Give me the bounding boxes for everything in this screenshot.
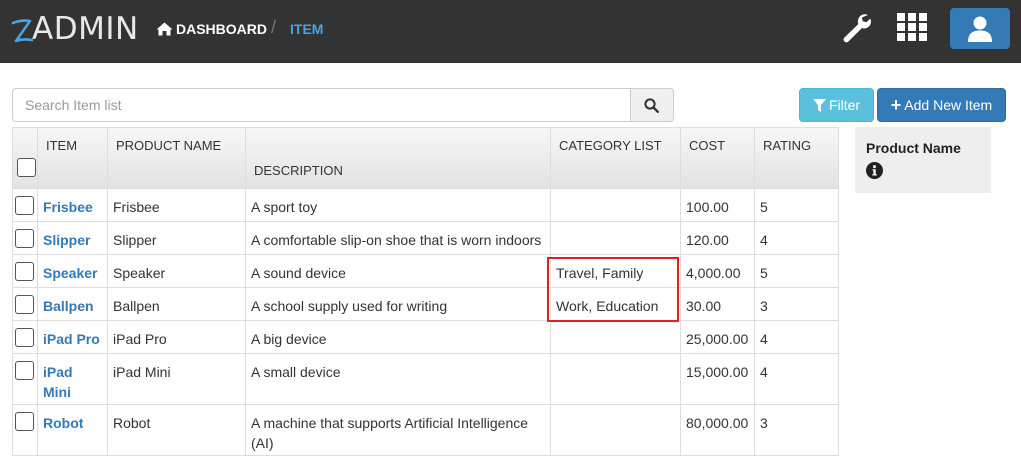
description-cell: A sport toy bbox=[245, 188, 551, 222]
add-new-item-label: Add New Item bbox=[904, 97, 993, 113]
rating-cell: 4 bbox=[754, 320, 839, 354]
category-highlight-box bbox=[547, 257, 679, 322]
rating-cell: 3 bbox=[754, 287, 839, 321]
filter-icon bbox=[812, 98, 826, 112]
rating-cell: 4 bbox=[754, 353, 839, 405]
product-name-cell: Slipper bbox=[107, 221, 246, 255]
row-checkbox[interactable] bbox=[15, 196, 34, 215]
table-row[interactable]: Robot Robot A machine that supports Arti… bbox=[12, 404, 839, 456]
column-header-rating[interactable]: RATING bbox=[754, 127, 839, 189]
logo-text: ADMIN bbox=[32, 11, 139, 47]
description-cell: A machine that supports Artificial Intel… bbox=[245, 404, 551, 456]
items-table: ITEM PRODUCT NAME DESCRIPTION CATEGORY L… bbox=[12, 127, 839, 456]
item-link[interactable]: iPad Mini bbox=[37, 353, 108, 405]
item-link[interactable]: Ballpen bbox=[37, 287, 108, 321]
select-all-cell bbox=[12, 127, 38, 189]
row-checkbox[interactable] bbox=[15, 262, 34, 281]
row-select-cell bbox=[12, 320, 38, 354]
column-header-cost[interactable]: COST bbox=[680, 127, 755, 189]
column-header-category-list[interactable]: CATEGORY LIST bbox=[550, 127, 681, 189]
row-select-cell bbox=[12, 254, 38, 288]
home-icon bbox=[156, 22, 173, 36]
category-cell bbox=[550, 188, 681, 222]
column-header-description[interactable]: DESCRIPTION bbox=[245, 127, 551, 189]
description-cell: A small device bbox=[245, 353, 551, 405]
product-name-cell: Frisbee bbox=[107, 188, 246, 222]
row-checkbox[interactable] bbox=[15, 361, 34, 380]
row-select-cell bbox=[12, 188, 38, 222]
row-select-cell bbox=[12, 404, 38, 456]
add-new-item-button[interactable]: + Add New Item bbox=[877, 88, 1006, 122]
category-cell bbox=[550, 404, 681, 456]
cost-cell: 120.00 bbox=[680, 221, 755, 255]
item-link[interactable]: Speaker bbox=[37, 254, 108, 288]
rating-cell: 5 bbox=[754, 188, 839, 222]
row-select-cell bbox=[12, 353, 38, 405]
table-row[interactable]: Slipper Slipper A comfortable slip-on sh… bbox=[12, 221, 839, 255]
search-button[interactable] bbox=[630, 88, 674, 122]
breadcrumb-separator: / bbox=[271, 17, 277, 37]
cost-cell: 25,000.00 bbox=[680, 320, 755, 354]
category-cell bbox=[550, 353, 681, 405]
table-header-row: ITEM PRODUCT NAME DESCRIPTION CATEGORY L… bbox=[12, 127, 839, 189]
cost-cell: 100.00 bbox=[680, 188, 755, 222]
product-name-cell: iPad Pro bbox=[107, 320, 246, 354]
table-row[interactable]: iPad Mini iPad Mini A small device 15,00… bbox=[12, 353, 839, 405]
product-name-panel: Product Name bbox=[855, 127, 991, 193]
wrench-icon[interactable] bbox=[841, 12, 873, 44]
table-row[interactable]: iPad Pro iPad Pro A big device 25,000.00… bbox=[12, 320, 839, 354]
grid-icon[interactable] bbox=[897, 12, 927, 42]
table-row[interactable]: Speaker Speaker A sound device Travel, F… bbox=[12, 254, 839, 288]
column-header-item[interactable]: ITEM bbox=[37, 127, 108, 189]
description-cell: A sound device bbox=[245, 254, 551, 288]
search-input[interactable] bbox=[12, 88, 631, 122]
breadcrumb-item-label: ITEM bbox=[290, 21, 324, 37]
row-select-cell bbox=[12, 221, 38, 255]
category-cell bbox=[550, 320, 681, 354]
filter-button[interactable]: Filter bbox=[799, 88, 874, 122]
cost-cell: 15,000.00 bbox=[680, 353, 755, 405]
product-name-cell: Speaker bbox=[107, 254, 246, 288]
description-cell: A comfortable slip-on shoe that is worn … bbox=[245, 221, 551, 255]
category-cell bbox=[550, 221, 681, 255]
user-menu-button[interactable] bbox=[950, 8, 1010, 49]
row-checkbox[interactable] bbox=[15, 295, 34, 314]
plus-icon: + bbox=[890, 95, 902, 115]
breadcrumb-dashboard[interactable]: DASHBOARD bbox=[156, 19, 267, 39]
rating-cell: 3 bbox=[754, 404, 839, 456]
row-checkbox[interactable] bbox=[15, 328, 34, 347]
description-cell: A big device bbox=[245, 320, 551, 354]
table-row[interactable]: Ballpen Ballpen A school supply used for… bbox=[12, 287, 839, 321]
item-link[interactable]: Robot bbox=[37, 404, 108, 456]
product-name-cell: Ballpen bbox=[107, 287, 246, 321]
item-link[interactable]: Slipper bbox=[37, 221, 108, 255]
user-icon bbox=[968, 16, 992, 42]
table-row[interactable]: Frisbee Frisbee A sport toy 100.00 5 bbox=[12, 188, 839, 222]
product-name-cell: iPad Mini bbox=[107, 353, 246, 405]
breadcrumb-item: ITEM bbox=[290, 19, 323, 39]
row-checkbox[interactable] bbox=[15, 229, 34, 248]
rating-cell: 5 bbox=[754, 254, 839, 288]
row-select-cell bbox=[12, 287, 38, 321]
cost-cell: 4,000.00 bbox=[680, 254, 755, 288]
column-header-product-name[interactable]: PRODUCT NAME bbox=[107, 127, 246, 189]
side-panel-title: Product Name bbox=[866, 140, 961, 156]
item-link[interactable]: iPad Pro bbox=[37, 320, 108, 354]
rating-cell: 4 bbox=[754, 221, 839, 255]
filter-button-label: Filter bbox=[828, 97, 861, 113]
search-icon bbox=[644, 98, 659, 113]
row-checkbox[interactable] bbox=[15, 412, 34, 431]
item-link[interactable]: Frisbee bbox=[37, 188, 108, 222]
cost-cell: 30.00 bbox=[680, 287, 755, 321]
description-cell: A school supply used for writing bbox=[245, 287, 551, 321]
product-name-cell: Robot bbox=[107, 404, 246, 456]
top-navbar: ADMIN DASHBOARD / ITEM bbox=[0, 0, 1021, 63]
select-all-checkbox[interactable] bbox=[17, 158, 36, 177]
breadcrumb-dashboard-label: DASHBOARD bbox=[176, 21, 267, 37]
logo-mark-icon bbox=[11, 19, 34, 43]
cost-cell: 80,000.00 bbox=[680, 404, 755, 456]
info-icon[interactable] bbox=[866, 162, 883, 179]
